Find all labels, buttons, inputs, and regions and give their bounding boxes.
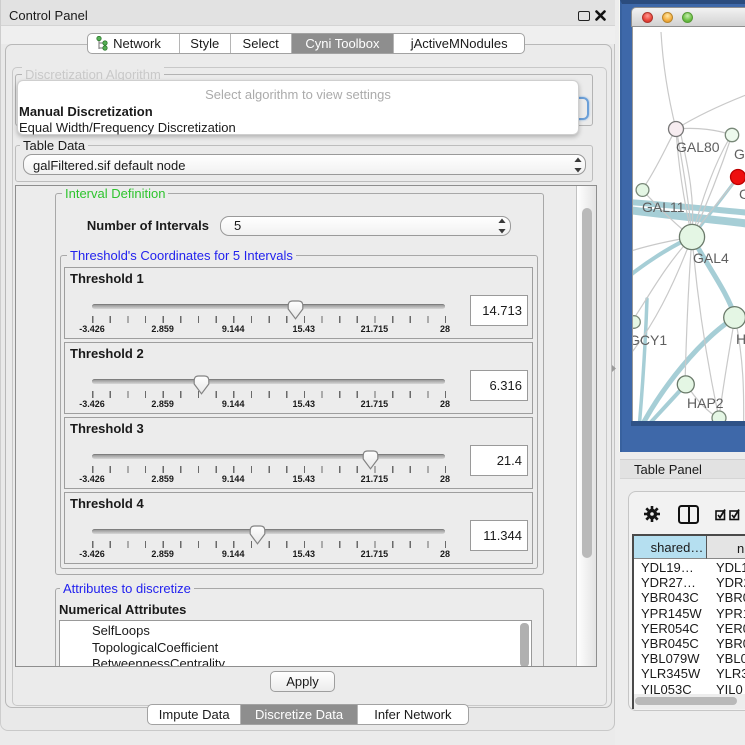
svg-text:H: H — [736, 331, 745, 347]
svg-text:G.: G. — [734, 146, 745, 162]
svg-text:GAL11: GAL11 — [642, 199, 685, 215]
svg-text:GAL4: GAL4 — [693, 250, 729, 266]
svg-text:C: C — [739, 186, 745, 202]
svg-text:GCY1: GCY1 — [633, 332, 667, 348]
svg-text:HAP2: HAP2 — [687, 395, 724, 411]
svg-text:GAL80: GAL80 — [676, 139, 720, 155]
